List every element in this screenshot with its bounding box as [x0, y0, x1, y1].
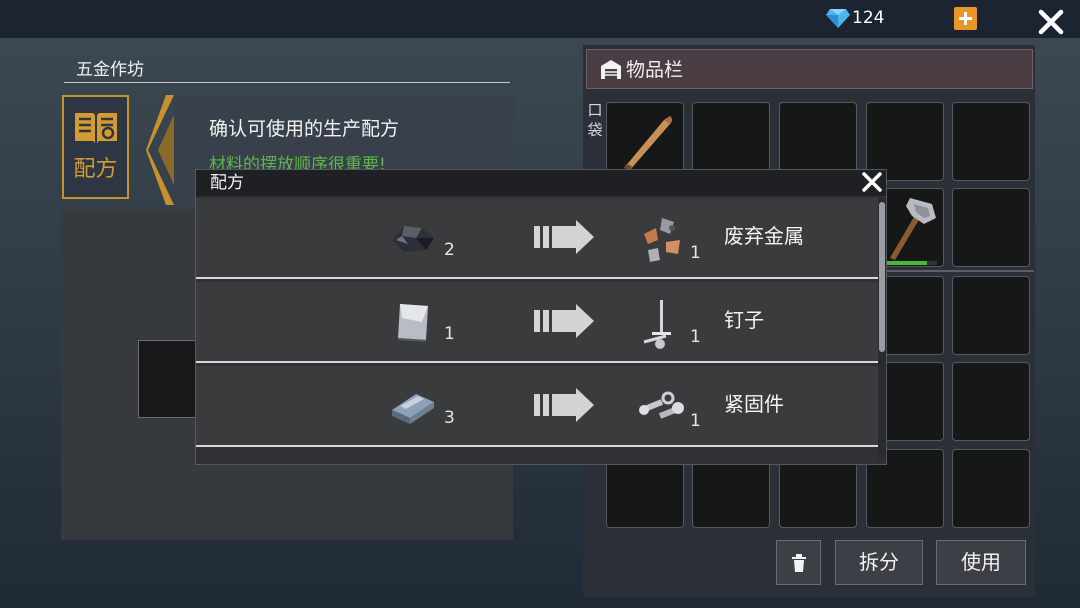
material-slot[interactable]	[138, 340, 198, 418]
inventory-slot[interactable]	[952, 449, 1030, 528]
inventory-title: 物品栏	[626, 59, 684, 81]
metal-bar-icon	[392, 394, 434, 424]
inventory-slot[interactable]	[952, 276, 1030, 355]
split-button[interactable]: 拆分	[835, 540, 923, 585]
recipe-book-icon	[75, 113, 117, 143]
hint-title: 确认可使用的生产配方	[209, 118, 400, 140]
dialog-title: 配方	[210, 173, 244, 193]
use-button[interactable]: 使用	[936, 540, 1026, 585]
arrow-right-icon	[534, 388, 594, 422]
input-quantity: 2	[444, 240, 455, 260]
durability-bar	[885, 261, 937, 265]
output-name: 紧固件	[724, 392, 784, 416]
inventory-slot[interactable]	[952, 362, 1030, 441]
pocket-label: 口袋	[587, 101, 603, 139]
durability-fill	[885, 261, 927, 265]
gem-count: 124	[852, 8, 885, 28]
output-quantity: 1	[690, 243, 701, 263]
trash-icon	[791, 554, 806, 572]
warehouse-icon	[601, 60, 621, 79]
close-icon[interactable]	[1036, 6, 1066, 36]
hammer-icon[interactable]	[884, 194, 940, 262]
metal-sheet-icon	[398, 304, 428, 342]
inventory-slot[interactable]	[952, 188, 1030, 267]
recipe-dialog: 配方 2 1 废弃金属 1 1 钉子 3 1 紧固件	[195, 169, 887, 465]
arrow-right-icon	[534, 304, 594, 338]
ore-chunk-icon	[392, 226, 434, 252]
nail-icon	[643, 300, 671, 349]
output-name: 废弃金属	[724, 224, 804, 248]
input-quantity: 1	[444, 324, 455, 344]
close-icon[interactable]	[860, 170, 884, 194]
recipe-row[interactable]: 3 1 紧固件	[196, 366, 878, 447]
inventory-slot[interactable]	[952, 102, 1030, 181]
dialog-scrollbar[interactable]	[878, 198, 886, 460]
workshop-title: 五金作坊	[76, 60, 144, 80]
title-divider	[64, 82, 510, 83]
arrow-right-icon	[534, 220, 594, 254]
dialog-header	[196, 170, 886, 196]
delete-button[interactable]	[776, 540, 821, 585]
bolt-icon	[639, 391, 684, 419]
bat-icon[interactable]	[620, 112, 676, 174]
output-quantity: 1	[690, 327, 701, 347]
recipe-row[interactable]: 1 1 钉子	[196, 282, 878, 363]
recipe-row[interactable]: 2 1 废弃金属	[196, 198, 878, 279]
output-name: 钉子	[724, 308, 764, 332]
top-bar	[0, 0, 1080, 38]
input-quantity: 3	[444, 408, 455, 428]
add-gems-button[interactable]	[954, 7, 977, 30]
scrap-metal-icon	[644, 218, 680, 262]
scrollbar-thumb[interactable]	[879, 202, 885, 352]
recipe-tab[interactable]: 配方	[62, 95, 129, 199]
diamond-icon	[826, 9, 850, 28]
output-quantity: 1	[690, 411, 701, 431]
recipe-tab-label: 配方	[73, 157, 118, 182]
chevron-left-icon[interactable]	[146, 95, 176, 205]
